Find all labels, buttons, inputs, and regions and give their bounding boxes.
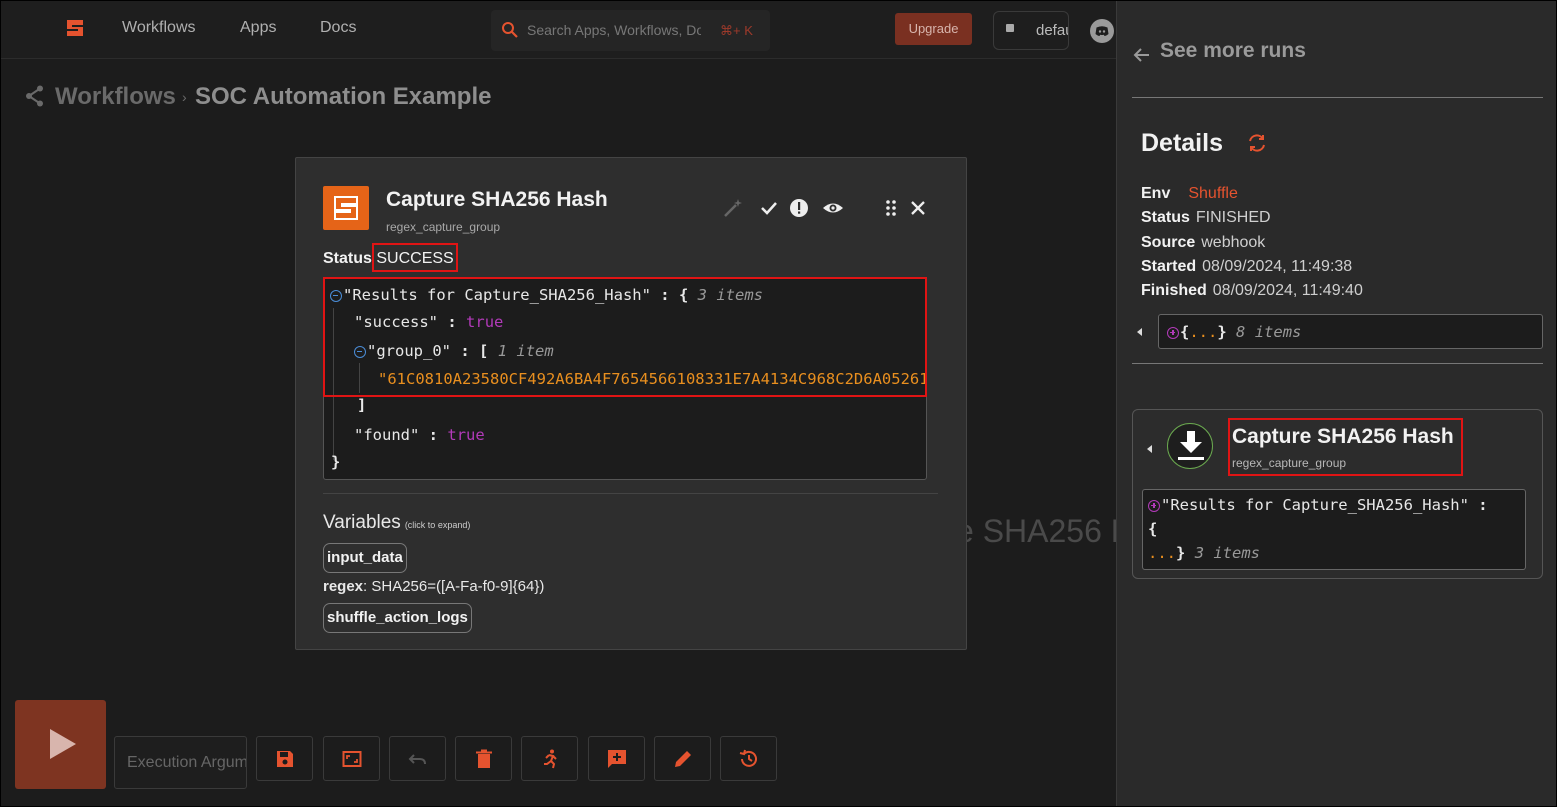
play-icon [50,729,76,759]
execution-argument-input[interactable] [114,736,247,789]
app-frame: Workflows Apps Docs ⌘+ K Upgrade default [1,1,1556,806]
edit-workflow-button[interactable] [654,736,711,781]
detail-env: Env Shuffle [1141,185,1238,202]
status-label: Status [323,250,372,267]
expand-icon[interactable] [1167,326,1179,339]
modal-divider [323,493,938,494]
pencil-icon [675,751,691,767]
undo-button[interactable] [389,736,446,781]
action-json-viewer: "Results for Capture_SHA256_Hash" : { ..… [1142,489,1526,570]
action-result-card[interactable]: Capture SHA256 Hash regex_capture_group … [1132,409,1543,579]
workflow-icon [26,85,43,107]
download-icon [1167,423,1213,469]
action-json-open-brace: { [1148,520,1158,538]
undo-icon [408,754,426,765]
action-json-root-line: "Results for Capture_SHA256_Hash" : [1148,496,1488,514]
app-logo [323,186,369,230]
add-comment-button[interactable] [588,736,645,781]
nav-docs[interactable]: Docs [320,19,356,37]
see-more-runs-label: See more runs [1160,39,1306,62]
refresh-icon[interactable] [1247,133,1267,153]
variable-shuffle-action-logs[interactable]: shuffle_action_logs [323,603,472,633]
detail-started: Started 08/09/2024, 11:49:38 [1141,258,1353,275]
alert-icon[interactable] [788,197,810,219]
shuffle-tools-icon [334,196,358,220]
search-input[interactable] [527,20,701,40]
nav-workflows[interactable]: Workflows [122,19,196,37]
execution-json-summary: {...} 8 items [1167,323,1301,341]
json-highlight [323,277,927,397]
execution-details-panel: See more runs Details Env Shuffle Status F… [1116,1,1556,806]
execution-json-viewer: {...} 8 items [1158,314,1543,349]
variable-regex: regex: SHA256=([A-Fa-f0-9]{64}) [323,578,545,595]
json-close-bracket: ] [357,396,367,414]
detail-status: Status FINISHED [1141,209,1271,226]
variable-input-data[interactable]: input_data [323,543,407,573]
page-title: SOC Automation Example [195,83,492,110]
canvas-node-label: e SHA256 H [956,513,1116,549]
discord-icon[interactable] [1090,19,1114,43]
action-result-modal: Capture SHA256 Hash regex_capture_group [295,157,967,650]
running-icon [544,749,557,769]
variables-section-title[interactable]: Variables (click to expand) [323,512,470,534]
fit-screen-icon [342,751,362,767]
org-selector[interactable]: default [993,11,1069,50]
modal-subtitle: regex_capture_group [386,220,501,234]
global-search[interactable]: ⌘+ K [491,10,770,51]
editor-toolbar [1,696,1116,796]
upgrade-button[interactable]: Upgrade [895,13,972,45]
shuffle-logo[interactable] [65,18,85,38]
breadcrumb-separator: › [182,89,187,105]
search-icon [502,22,518,38]
search-shortcut: ⌘+ K [720,23,753,38]
nav-apps[interactable]: Apps [240,19,276,37]
check-icon[interactable] [758,197,780,219]
panel-divider [1132,363,1543,364]
history-button[interactable] [720,736,777,781]
breadcrumb-workflows-link[interactable]: Workflows [55,83,176,111]
workflow-editor: Workflows Apps Docs ⌘+ K Upgrade default [1,1,1116,806]
org-name: default [1036,22,1068,39]
run-workflow-button[interactable] [15,700,106,789]
magic-wand-icon[interactable] [722,197,744,219]
save-button[interactable] [256,736,313,781]
history-icon [739,749,757,767]
drag-handle-icon[interactable] [880,197,902,219]
trash-icon [476,749,492,768]
collapse-caret-icon[interactable] [1137,328,1142,336]
detail-source: Source webhook [1141,234,1266,251]
expand-icon[interactable] [1148,499,1160,512]
eye-icon[interactable] [822,197,844,219]
detail-finished: Finished 08/09/2024, 11:49:40 [1141,282,1363,299]
action-json-summary: ...} 3 items [1148,544,1261,562]
json-found-line: "found" : true [354,426,485,444]
fit-view-button[interactable] [323,736,380,781]
modal-title: Capture SHA256 Hash [386,188,608,211]
close-icon[interactable] [907,197,929,219]
org-icon [1006,24,1014,32]
delete-button[interactable] [455,736,512,781]
save-icon [277,751,293,767]
add-comment-icon [608,750,626,768]
json-close-brace: } [331,453,341,471]
action-title-highlight [1228,418,1463,476]
details-title: Details [1141,129,1223,157]
collapse-caret-icon[interactable] [1147,445,1152,453]
status-highlight [372,243,458,272]
panel-divider [1132,97,1543,98]
test-run-button[interactable] [521,736,578,781]
top-navbar: Workflows Apps Docs ⌘+ K Upgrade default [1,1,1116,59]
arrow-left-icon [1133,48,1149,62]
